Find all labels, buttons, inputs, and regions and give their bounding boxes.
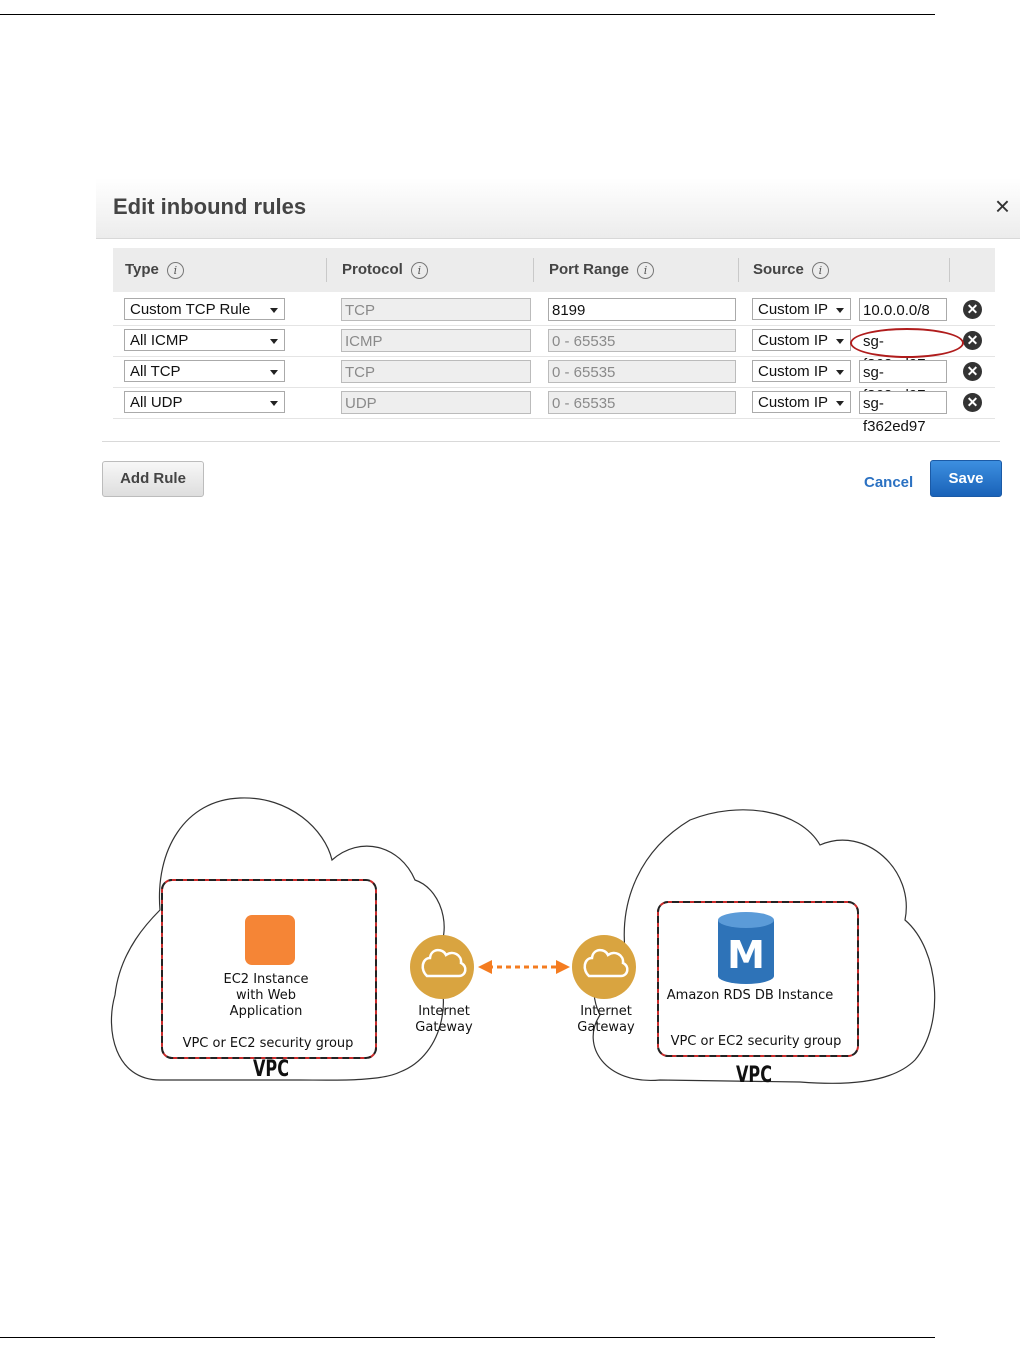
source-type-value: Custom IP (758, 301, 829, 318)
info-icon[interactable]: i (410, 261, 428, 279)
dropdown-arrow-icon (836, 401, 844, 406)
delete-rule-icon[interactable]: ✕ (963, 393, 982, 412)
delete-rule-icon[interactable]: ✕ (963, 362, 982, 381)
rule-row: All TCP TCP 0 - 65535 Custom IP sg-f362e… (113, 356, 995, 404)
ec2-instance-label-line1: EC2 Instance (224, 972, 309, 987)
dialog-footer-divider (102, 441, 1000, 442)
column-header-label: Source (753, 261, 804, 278)
gateway-connection-arrow (478, 960, 570, 974)
protocol-field: UDP (341, 391, 531, 414)
page-top-rule (0, 14, 935, 15)
left-gateway-label-line2: Gateway (415, 1020, 473, 1035)
ec2-instance-icon (245, 915, 295, 965)
type-value: All TCP (130, 363, 181, 380)
column-header-port-range: Port Range i (549, 248, 655, 292)
ec2-instance-label-line3: Application (230, 1004, 303, 1019)
save-button[interactable]: Save (930, 460, 1002, 497)
left-internet-gateway-icon (410, 935, 474, 999)
source-type-select[interactable]: Custom IP (752, 298, 851, 320)
port-range-field: 0 - 65535 (548, 360, 736, 383)
rds-db-instance-label: Amazon RDS DB Instance (667, 988, 833, 1003)
protocol-field: TCP (341, 298, 531, 321)
source-value-input[interactable]: 10.0.0.0/8 (859, 298, 947, 321)
dialog-title: Edit inbound rules (113, 194, 307, 219)
delete-rule-icon[interactable]: ✕ (963, 300, 982, 319)
dropdown-arrow-icon (270, 308, 278, 313)
dialog-header: Edit inbound rules × (96, 178, 1020, 239)
column-header-label: Port Range (549, 261, 630, 278)
right-gateway-label-line1: Internet (580, 1004, 632, 1019)
info-icon[interactable]: i (166, 261, 184, 279)
port-range-input[interactable]: 8199 (548, 298, 736, 321)
type-value: Custom TCP Rule (130, 301, 251, 318)
dropdown-arrow-icon (270, 401, 278, 406)
source-value-input[interactable]: sg-f362ed97 (859, 391, 947, 435)
right-security-group-label: VPC or EC2 security group (671, 1034, 842, 1049)
port-range-field: 0 - 65535 (548, 329, 736, 352)
page-bottom-rule (0, 1337, 935, 1338)
rds-icon-letter: M (727, 933, 765, 977)
edit-inbound-rules-dialog: Edit inbound rules × Type i Protocol i Por… (96, 178, 1020, 508)
left-security-group-label: VPC or EC2 security group (183, 1036, 354, 1051)
type-value: All UDP (130, 394, 183, 411)
close-icon[interactable]: × (995, 192, 1010, 220)
protocol-field: TCP (341, 360, 531, 383)
column-header-type: Type i (125, 248, 184, 292)
type-value: All ICMP (130, 332, 189, 349)
column-header-label: Protocol (342, 261, 403, 278)
ec2-instance-label-line2: with Web (236, 988, 296, 1003)
right-gateway-label-line2: Gateway (577, 1020, 635, 1035)
dropdown-arrow-icon (270, 339, 278, 344)
type-select[interactable]: All TCP (124, 360, 285, 382)
dropdown-arrow-icon (836, 308, 844, 313)
source-value-input[interactable]: sg-f362ed97 (859, 360, 947, 404)
dropdown-arrow-icon (270, 370, 278, 375)
source-type-value: Custom IP (758, 394, 829, 411)
column-divider (533, 258, 534, 282)
dropdown-arrow-icon (836, 370, 844, 375)
highlight-ellipse (850, 328, 964, 358)
column-divider (326, 258, 327, 282)
column-header-protocol: Protocol i (342, 248, 428, 292)
left-vpc-label: VPC (253, 1057, 289, 1082)
rule-row: Custom TCP Rule TCP 8199 Custom IP 10.0.… (113, 294, 995, 326)
source-type-value: Custom IP (758, 332, 829, 349)
vpc-architecture-diagram: EC2 Instance with Web Application VPC or… (110, 797, 936, 1088)
port-range-field: 0 - 65535 (548, 391, 736, 414)
column-divider (738, 258, 739, 282)
type-select[interactable]: All UDP (124, 391, 285, 413)
rule-row: All UDP UDP 0 - 65535 Custom IP sg-f362e… (113, 387, 995, 435)
protocol-field: ICMP (341, 329, 531, 352)
cancel-button[interactable]: Cancel (864, 474, 913, 491)
info-icon[interactable]: i (811, 261, 829, 279)
right-internet-gateway-icon (572, 935, 636, 999)
info-icon[interactable]: i (637, 261, 655, 279)
rules-table-header: Type i Protocol i Port Range i Source i (113, 248, 995, 292)
type-select[interactable]: All ICMP (124, 329, 285, 351)
source-type-select[interactable]: Custom IP (752, 329, 851, 351)
source-type-select[interactable]: Custom IP (752, 391, 851, 413)
column-divider (949, 258, 950, 282)
source-type-value: Custom IP (758, 363, 829, 380)
add-rule-button[interactable]: Add Rule (102, 461, 204, 497)
delete-rule-icon[interactable]: ✕ (963, 331, 982, 350)
type-select[interactable]: Custom TCP Rule (124, 298, 285, 320)
right-vpc-label: VPC (736, 1063, 772, 1088)
rds-database-icon: M (718, 912, 774, 984)
left-gateway-label-line1: Internet (418, 1004, 470, 1019)
source-type-select[interactable]: Custom IP (752, 360, 851, 382)
column-header-source: Source i (753, 248, 829, 292)
dropdown-arrow-icon (836, 339, 844, 344)
column-header-label: Type (125, 261, 159, 278)
